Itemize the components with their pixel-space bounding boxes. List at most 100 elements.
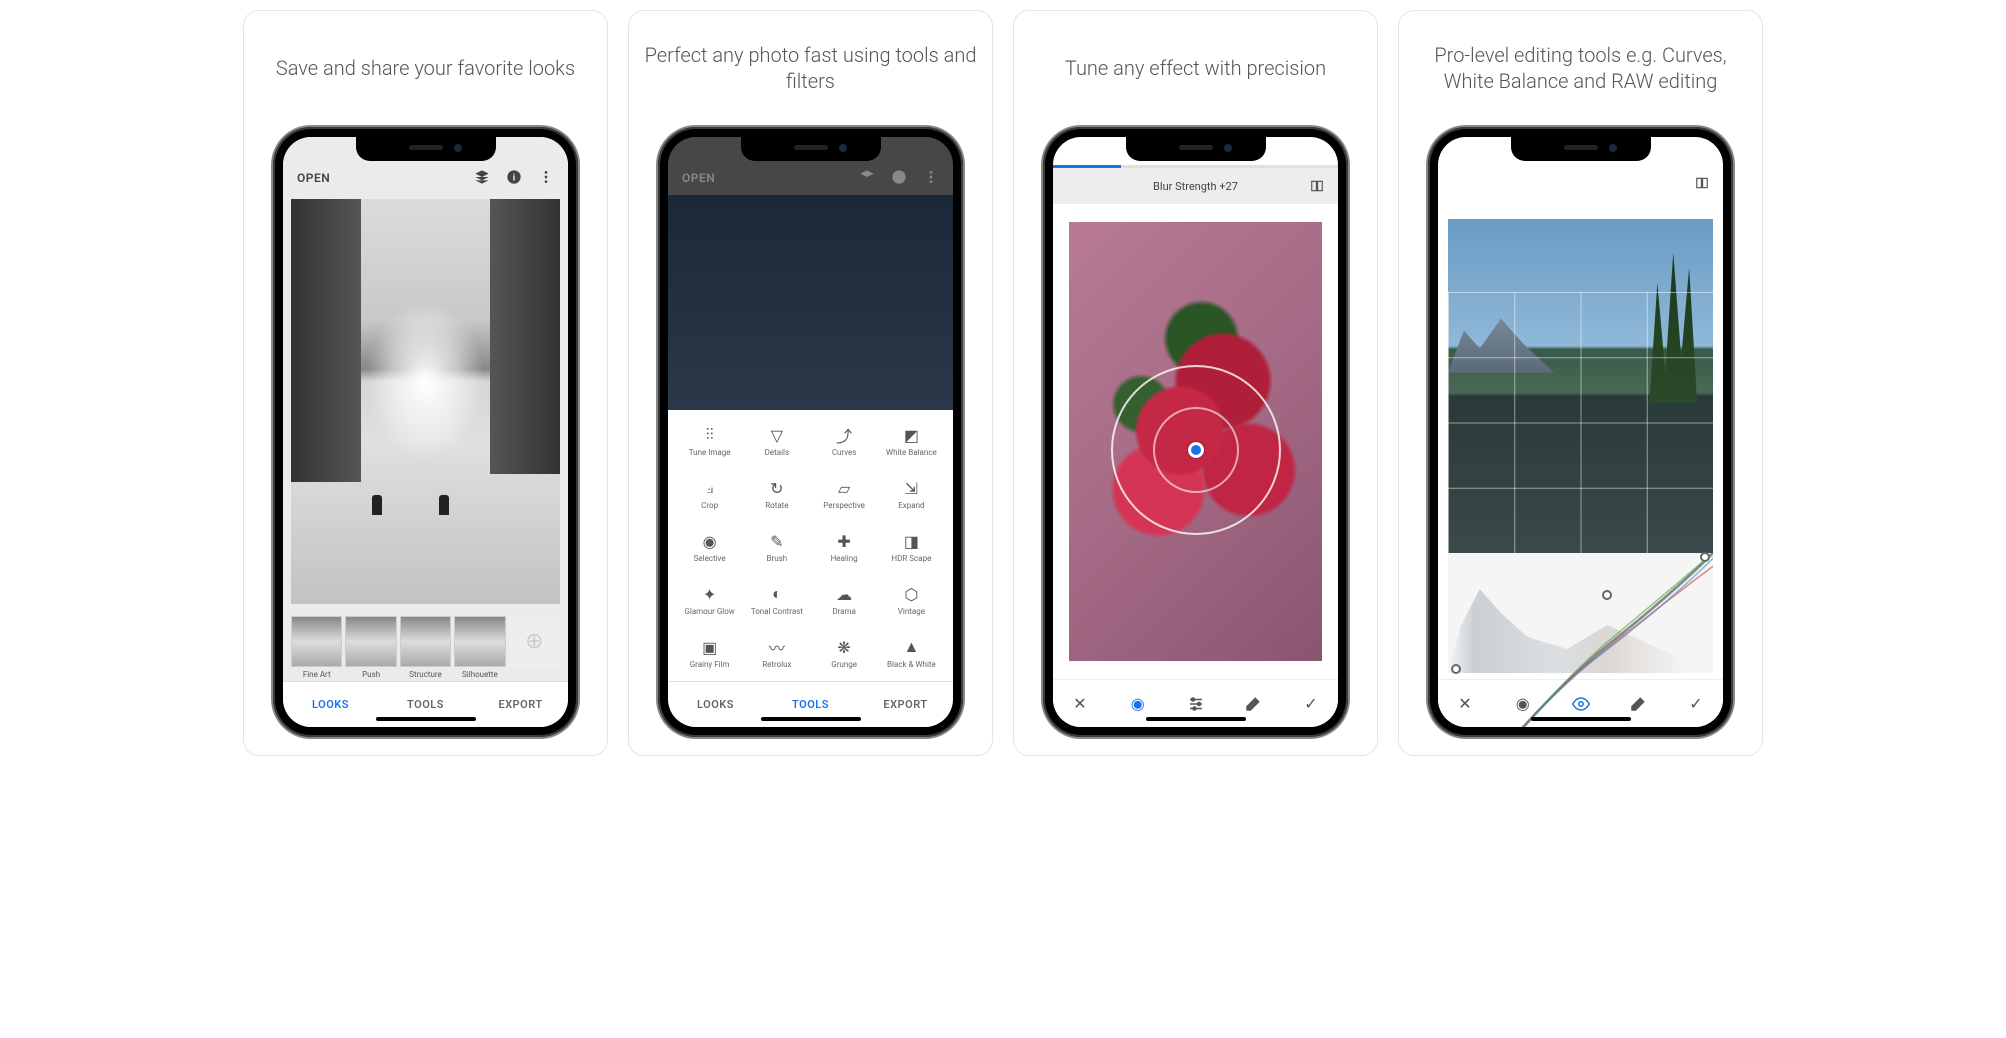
adjust-button[interactable]: [1187, 695, 1205, 713]
control-point-button[interactable]: ◉: [1129, 695, 1147, 713]
caption: Perfect any photo fast using tools and f…: [641, 29, 980, 107]
tool-icon: ▽: [768, 426, 786, 444]
look-item[interactable]: Fine Art: [291, 616, 342, 679]
caption: Pro-level editing tools e.g. Curves, Whi…: [1411, 29, 1750, 107]
phone-frame: OPEN ⫶⫶ Tune Image ▽ Details ⤴Curves◩White B…: [658, 127, 963, 737]
screenshot-card-2: Perfect any photo fast using tools and f…: [628, 10, 993, 756]
tool-item[interactable]: ◩White Balance: [878, 426, 945, 465]
home-indicator[interactable]: [376, 717, 476, 721]
tool-item[interactable]: ⇲ Expand: [878, 479, 945, 518]
effect-label-bar: Blur Strength +27: [1053, 168, 1338, 204]
tab-looks[interactable]: LOOKS: [668, 682, 763, 727]
tool-item[interactable]: ⬡Vintage: [878, 585, 945, 624]
info-icon[interactable]: [891, 169, 907, 185]
tool-item[interactable]: ◐Tonal Contrast: [743, 585, 810, 624]
screenshot-card-1: Save and share your favorite looks OPEN …: [243, 10, 608, 756]
tool-item[interactable]: ☁Drama: [811, 585, 878, 624]
tool-item[interactable]: ▱Perspective: [811, 479, 878, 518]
curve-handle[interactable]: [1700, 552, 1710, 562]
phone-frame: ✕ ◉ ✓: [1428, 127, 1733, 737]
tool-item[interactable]: ⫶⫶ Tune Image: [676, 426, 743, 465]
tool-item[interactable]: 〰 Retrolux: [743, 638, 810, 677]
tool-icon: ☁: [835, 585, 853, 603]
tool-label: Vintage: [898, 608, 925, 624]
info-icon[interactable]: i: [506, 169, 522, 185]
cancel-button[interactable]: ✕: [1071, 695, 1089, 713]
tool-icon: ✦: [701, 585, 719, 603]
tool-item[interactable]: ✦ Glamour Glow: [676, 585, 743, 624]
home-indicator[interactable]: [1531, 717, 1631, 721]
photo-preview-dimmed: [668, 195, 953, 410]
tool-label: Glamour Glow: [684, 608, 734, 624]
photo-preview[interactable]: [283, 195, 568, 608]
curves-editor[interactable]: [1448, 553, 1713, 673]
layers-icon[interactable]: [859, 169, 875, 185]
tool-label: Expand: [898, 502, 924, 518]
control-point-ring[interactable]: [1111, 365, 1281, 535]
tool-label: White Balance: [886, 449, 937, 465]
tool-label: Tune Image: [689, 449, 731, 465]
tool-icon: ⇲: [902, 479, 920, 497]
tool-icon: ⤴: [835, 426, 853, 444]
home-indicator[interactable]: [761, 717, 861, 721]
tool-label: Healing: [831, 555, 858, 571]
tool-item[interactable]: ⟓Crop: [676, 479, 743, 518]
tool-label: Retrolux: [762, 661, 791, 677]
tool-label: Grunge: [831, 661, 857, 677]
eraser-button[interactable]: [1244, 695, 1262, 713]
photo-preview[interactable]: [1448, 219, 1713, 553]
more-icon[interactable]: [538, 169, 554, 185]
tool-label: HDR Scape: [891, 555, 931, 571]
tool-label: Brush: [767, 555, 788, 571]
tool-label: Grainy Film: [690, 661, 730, 677]
tool-item[interactable]: ▣ Grainy Film: [676, 638, 743, 677]
compare-icon[interactable]: [1695, 176, 1709, 190]
tool-label: Perspective: [823, 502, 865, 518]
caption: Save and share your favorite looks: [276, 29, 575, 107]
curve-handle[interactable]: [1451, 664, 1461, 674]
tool-item[interactable]: ❋Grunge: [811, 638, 878, 677]
tool-item[interactable]: ⤴Curves: [811, 426, 878, 465]
tool-icon: ✎: [768, 532, 786, 550]
tool-label: Black & White: [887, 661, 936, 677]
tool-icon: ⫶⫶: [701, 426, 719, 444]
tool-icon: ◨: [902, 532, 920, 550]
tool-item[interactable]: ▽ Details: [743, 426, 810, 465]
more-icon[interactable]: [923, 169, 939, 185]
tool-item[interactable]: ✎ Brush: [743, 532, 810, 571]
layers-icon[interactable]: [474, 169, 490, 185]
phone-frame: OPEN i Fine Art Push: [273, 127, 578, 737]
svg-text:i: i: [513, 172, 515, 183]
caption: Tune any effect with precision: [1065, 29, 1326, 107]
curve-handle[interactable]: [1602, 590, 1612, 600]
look-item[interactable]: Push: [345, 616, 396, 679]
control-point-dot[interactable]: [1188, 442, 1204, 458]
screenshot-card-4: Pro-level editing tools e.g. Curves, Whi…: [1398, 10, 1763, 756]
compare-icon[interactable]: [1310, 179, 1324, 193]
tool-item[interactable]: ◉ Selective: [676, 532, 743, 571]
tool-item[interactable]: ↻Rotate: [743, 479, 810, 518]
tab-looks[interactable]: LOOKS: [283, 682, 378, 727]
tool-icon: 〰: [768, 638, 786, 656]
open-button[interactable]: OPEN: [682, 171, 715, 185]
curves-grid-overlay: [1448, 292, 1713, 553]
tool-label: Selective: [694, 555, 726, 571]
screenshot-card-3: Tune any effect with precision Blur Stre…: [1013, 10, 1378, 756]
tool-item[interactable]: ◨ HDR Scape: [878, 532, 945, 571]
add-look-button[interactable]: ⊕: [509, 616, 560, 679]
look-item[interactable]: Silhouette: [454, 616, 505, 679]
tool-icon: ◉: [701, 532, 719, 550]
tool-item[interactable]: ✚Healing: [811, 532, 878, 571]
look-item[interactable]: Structure: [400, 616, 451, 679]
apply-button[interactable]: ✓: [1302, 695, 1320, 713]
tool-icon: ▣: [701, 638, 719, 656]
photo-preview[interactable]: [1069, 222, 1322, 661]
tool-label: Rotate: [765, 502, 788, 518]
tab-export[interactable]: EXPORT: [858, 682, 953, 727]
tool-label: Details: [765, 449, 789, 465]
tab-export[interactable]: EXPORT: [473, 682, 568, 727]
tool-item[interactable]: ▲Black & White: [878, 638, 945, 677]
home-indicator[interactable]: [1146, 717, 1246, 721]
tool-icon: ⟓: [701, 479, 719, 497]
open-button[interactable]: OPEN: [297, 171, 330, 185]
